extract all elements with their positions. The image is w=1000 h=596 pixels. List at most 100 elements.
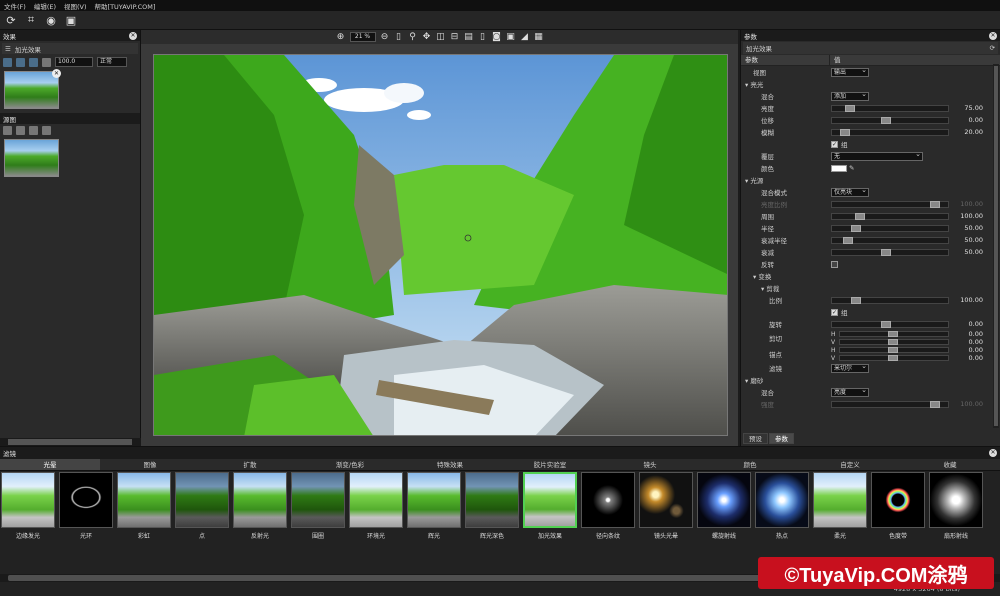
slider-handle[interactable]: [880, 116, 891, 124]
slider-handle[interactable]: [880, 320, 891, 328]
eyedropper-icon[interactable]: ✎: [849, 164, 854, 172]
param-number[interactable]: 100.00: [949, 200, 983, 208]
filter-category-tab[interactable]: 图像: [100, 459, 200, 470]
menu-help[interactable]: 帮助[TUYAVIP.COM]: [91, 1, 160, 11]
blend-mode-select[interactable]: 正常: [97, 57, 127, 67]
filter-preview[interactable]: [407, 472, 461, 528]
split-vertical-icon[interactable]: ◫: [436, 32, 446, 42]
param-slider[interactable]: [831, 200, 949, 208]
filter-item[interactable]: 辉光深色: [465, 472, 519, 544]
param-dropdown[interactable]: 米切尔: [831, 363, 869, 373]
filter-category-tab[interactable]: 颜色: [700, 459, 800, 470]
tab-parameters[interactable]: 参数: [769, 433, 794, 444]
param-number[interactable]: 100.00: [949, 400, 983, 408]
param-number[interactable]: 75.00: [949, 104, 983, 112]
filter-item[interactable]: 热点: [755, 472, 809, 544]
edit-icon[interactable]: [3, 57, 12, 67]
menu-edit[interactable]: 编辑(E): [30, 1, 60, 11]
filter-preview[interactable]: [175, 472, 229, 528]
param-slider[interactable]: [831, 296, 949, 304]
menu-view[interactable]: 视图(V): [60, 1, 91, 11]
slider-handle[interactable]: [855, 212, 866, 220]
zoom-in-icon[interactable]: ⊕: [336, 32, 346, 42]
slider-handle[interactable]: [851, 224, 862, 232]
filter-item[interactable]: 彩虹: [117, 472, 171, 544]
filter-category-tab[interactable]: 扩散: [200, 459, 300, 470]
filter-item[interactable]: 螺旋射线: [697, 472, 751, 544]
filter-item[interactable]: 镜头光晕: [639, 472, 693, 544]
param-slider[interactable]: [831, 320, 949, 328]
slider-handle[interactable]: [888, 355, 898, 361]
param-slider[interactable]: [831, 128, 949, 136]
slider-handle[interactable]: [888, 347, 898, 353]
slider-handle[interactable]: [929, 200, 940, 208]
effect-layer-thumbnail[interactable]: ✕: [4, 69, 61, 109]
filter-preview[interactable]: [697, 472, 751, 528]
param-number[interactable]: 0.00: [949, 346, 983, 354]
check-icon[interactable]: ✓: [831, 140, 838, 148]
param-slider[interactable]: [831, 212, 949, 220]
close-icon[interactable]: ✕: [989, 31, 997, 40]
param-dropdown[interactable]: 亮度: [831, 387, 869, 397]
filter-preview[interactable]: [1, 472, 55, 528]
param-number[interactable]: 100.00: [949, 212, 983, 220]
refresh-icon[interactable]: ⟳: [4, 13, 18, 27]
parameters-scrollbar[interactable]: [993, 64, 999, 428]
lightning-icon[interactable]: [29, 57, 38, 67]
filter-preview[interactable]: [639, 472, 693, 528]
filter-item[interactable]: 辉光: [407, 472, 461, 544]
pan-icon[interactable]: ✥: [422, 32, 432, 42]
compare-icon[interactable]: ◉: [44, 13, 58, 27]
param-slider[interactable]: [839, 339, 949, 345]
param-dropdown[interactable]: 仅亮块: [831, 187, 869, 197]
mask-icon[interactable]: [42, 125, 51, 135]
close-icon[interactable]: ✕: [129, 31, 137, 40]
magnifier-icon[interactable]: ⚲: [408, 32, 418, 42]
filter-preview[interactable]: [813, 472, 867, 528]
param-number[interactable]: 0.00: [949, 354, 983, 362]
fit-icon[interactable]: ▯: [394, 32, 404, 42]
check-icon[interactable]: ✓: [831, 308, 838, 316]
monitor-icon[interactable]: [16, 57, 25, 67]
param-number[interactable]: 0.00: [949, 338, 983, 346]
zoom-field[interactable]: 21 %: [349, 32, 376, 42]
param-slider[interactable]: [831, 116, 949, 124]
param-number[interactable]: 100.00: [949, 296, 983, 304]
param-dropdown[interactable]: 添加: [831, 91, 869, 101]
reset-icon[interactable]: ⟳: [990, 44, 995, 52]
param-slider[interactable]: [839, 331, 949, 337]
param-slider[interactable]: [839, 347, 949, 353]
slider-handle[interactable]: [888, 339, 898, 345]
param-number[interactable]: 50.00: [949, 224, 983, 232]
slider-handle[interactable]: [851, 296, 862, 304]
filter-preview[interactable]: [523, 472, 577, 528]
param-slider[interactable]: [831, 236, 949, 244]
filter-item[interactable]: 径向条纹: [581, 472, 635, 544]
param-slider[interactable]: [831, 400, 949, 408]
remove-layer-icon[interactable]: ✕: [52, 69, 61, 78]
filter-item[interactable]: 点: [175, 472, 229, 544]
histogram-icon[interactable]: ◢: [520, 32, 530, 42]
frame-icon[interactable]: ▣: [506, 32, 516, 42]
filter-preview[interactable]: [755, 472, 809, 528]
crop-icon[interactable]: ⌗: [24, 13, 38, 27]
compare-icon[interactable]: ▦: [534, 32, 544, 42]
filter-item[interactable]: 边缘发光: [1, 472, 55, 544]
param-number[interactable]: 20.00: [949, 128, 983, 136]
filter-category-tab[interactable]: 特殊效果: [400, 459, 500, 470]
monitor-icon[interactable]: [16, 125, 25, 135]
param-slider[interactable]: [839, 355, 949, 361]
slider-handle[interactable]: [880, 248, 891, 256]
param-number[interactable]: 0.00: [949, 320, 983, 328]
filter-category-tab[interactable]: 镜头: [600, 459, 700, 470]
filter-item[interactable]: 柔光: [813, 472, 867, 544]
single-view-icon[interactable]: ▤: [464, 32, 474, 42]
filter-item[interactable]: 光环: [59, 472, 113, 544]
camera-icon[interactable]: ◙: [492, 32, 502, 42]
filter-item[interactable]: 扇形射线: [929, 472, 983, 544]
filter-preview[interactable]: [233, 472, 287, 528]
slider-handle[interactable]: [842, 236, 853, 244]
layer-name-row[interactable]: ☰ 加光效果: [2, 43, 138, 54]
color-swatch[interactable]: [831, 164, 847, 172]
param-number[interactable]: 50.00: [949, 236, 983, 244]
